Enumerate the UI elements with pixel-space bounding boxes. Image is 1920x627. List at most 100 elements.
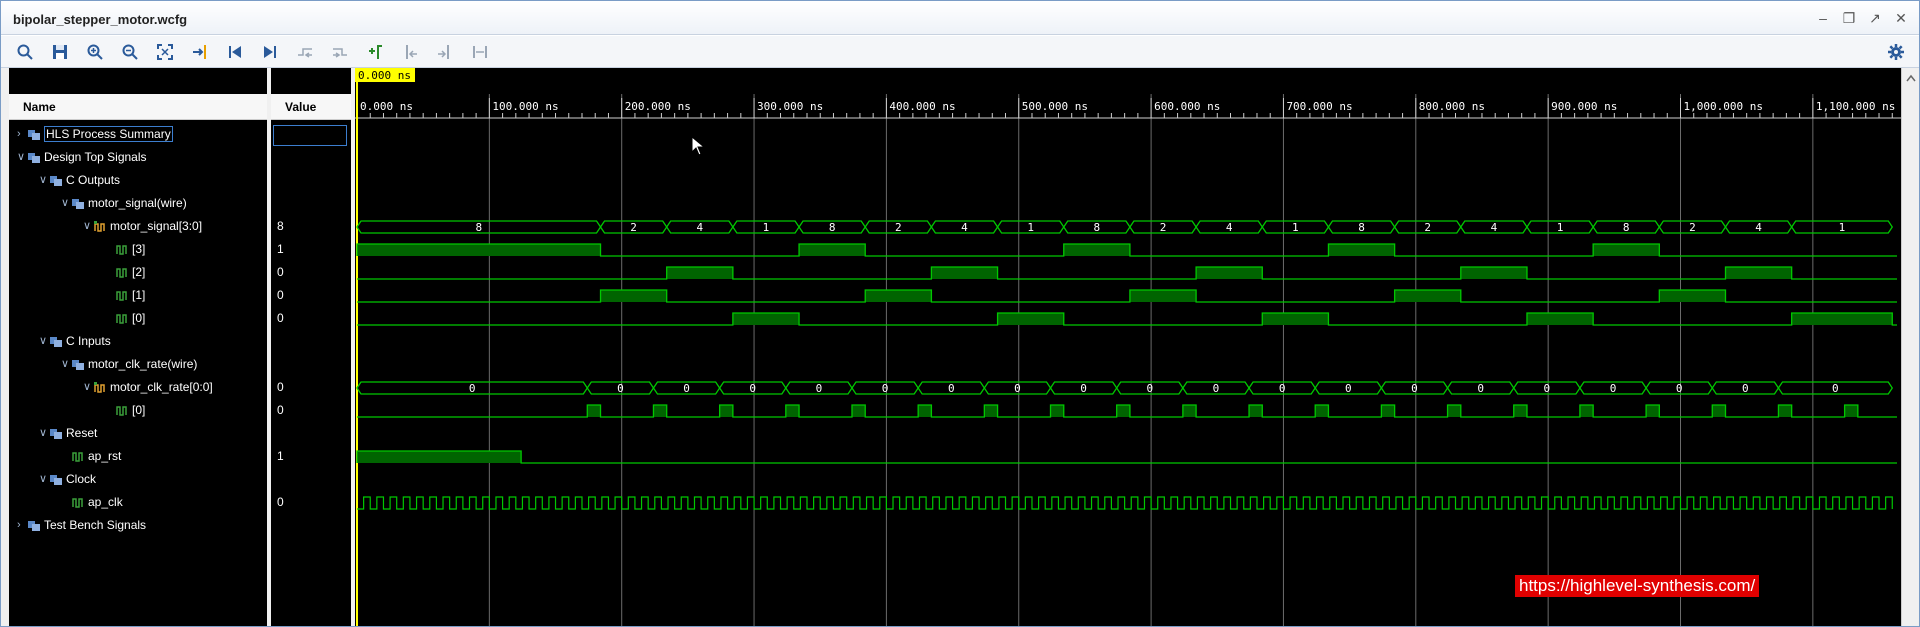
signal-value: 1 — [277, 242, 284, 256]
previous-transition-icon[interactable] — [293, 41, 317, 63]
search-icon[interactable] — [13, 41, 37, 63]
go-to-end-icon[interactable] — [258, 41, 282, 63]
value-cell-selected[interactable] — [273, 125, 347, 146]
collapse-chevron-icon[interactable]: ∨ — [39, 174, 49, 186]
name-column-header[interactable]: Name — [9, 94, 267, 120]
collapse-chevron-icon[interactable]: ∨ — [83, 381, 93, 393]
motor-clk-rate-bit0-high-fill — [1249, 405, 1263, 417]
collapse-chevron-icon[interactable]: ∨ — [39, 427, 49, 439]
motor-signal-bit1-high-fill — [1659, 290, 1726, 302]
tree-row[interactable]: ap_clk — [9, 492, 267, 515]
signal-value: 0 — [277, 265, 284, 279]
signal-name: [1] — [132, 288, 146, 302]
collapse-chevron-icon[interactable]: ∨ — [83, 220, 93, 232]
waveform-panel[interactable]: 0.000 ns 100.000 ns 200.000 ns 300.000 ns 40… — [355, 68, 1901, 627]
zoom-in-icon[interactable] — [83, 41, 107, 63]
signal-icon — [72, 497, 84, 509]
next-marker-icon[interactable] — [433, 41, 457, 63]
signal-icon — [116, 267, 128, 279]
ap-clk-trace — [357, 496, 1893, 510]
collapse-chevron-icon[interactable]: ∨ — [61, 358, 71, 370]
value-column-header[interactable]: Value — [271, 94, 351, 120]
motor-clk-rate-bit0-high-fill — [918, 405, 932, 417]
motor-signal-bus-value-label: 2 — [895, 221, 902, 234]
tree-row[interactable]: [2] — [9, 262, 267, 285]
motor-clk-rate-bus-value-label: 0 — [882, 382, 889, 395]
tree-row[interactable]: [3] — [9, 239, 267, 262]
restore-icon[interactable]: ❐ — [1841, 11, 1857, 27]
signal-name: motor_clk_rate[0:0] — [110, 380, 213, 394]
next-transition-icon[interactable] — [328, 41, 352, 63]
tree-row[interactable]: ∨ motor_signal(wire) — [9, 193, 267, 216]
tree-row[interactable]: › Test Bench Signals — [9, 515, 267, 538]
motor-clk-rate-bus-value-label: 0 — [1742, 382, 1749, 395]
tree-row[interactable]: [0] — [9, 308, 267, 331]
motor-clk-rate-bus-value-label: 0 — [683, 382, 690, 395]
motor-signal-bit1-high-fill — [865, 290, 932, 302]
tree-row[interactable]: ∨ Reset — [9, 423, 267, 446]
signal-name: [0] — [132, 311, 146, 325]
motor-clk-rate-bit0-high-fill — [984, 405, 998, 417]
tree-row[interactable]: ∨ Design Top Signals — [9, 147, 267, 170]
tree-row[interactable]: [0] — [9, 400, 267, 423]
signal-icon — [116, 244, 128, 256]
motor-clk-rate-bit0-high-fill — [1050, 405, 1064, 417]
vertical-scrollbar[interactable] — [1901, 68, 1919, 626]
add-marker-icon[interactable] — [363, 41, 387, 63]
collapse-chevron-icon[interactable]: ∨ — [39, 473, 49, 485]
signal-name: C Inputs — [66, 334, 111, 348]
motor-clk-rate-bit0-high-fill — [785, 405, 800, 417]
collapse-chevron-icon[interactable]: ∨ — [17, 151, 27, 163]
tree-row[interactable]: [1] — [9, 285, 267, 308]
motor-clk-rate-bus-value-label: 0 — [948, 382, 955, 395]
maximize-icon[interactable]: ↗ — [1867, 11, 1883, 27]
motor-signal-bus-value-label: 2 — [1424, 221, 1431, 234]
motor-signal-bit2-high-fill — [931, 267, 998, 279]
collapse-chevron-icon[interactable]: ∨ — [39, 335, 49, 347]
group-icon — [50, 336, 62, 348]
previous-marker-icon[interactable] — [398, 41, 422, 63]
motor-signal-bit1-high-fill — [600, 290, 667, 302]
gear-icon[interactable] — [1884, 41, 1908, 63]
collapse-chevron-icon[interactable]: ∨ — [61, 197, 71, 209]
motor-signal-bus-value-label: 2 — [1160, 221, 1167, 234]
motor-clk-rate-bit0-high-fill — [1513, 405, 1527, 417]
tree-row[interactable]: › HLS Process Summary — [9, 124, 267, 147]
minimize-icon[interactable]: – — [1815, 11, 1831, 27]
motor-clk-rate-bit0-high-fill — [1579, 405, 1594, 417]
signal-icon — [116, 405, 128, 417]
expand-chevron-icon[interactable]: › — [17, 128, 27, 140]
motor-signal-bus-value-label: 8 — [475, 221, 482, 234]
motor-clk-rate-bit0-high-fill — [851, 405, 866, 417]
zoom-fit-icon[interactable] — [153, 41, 177, 63]
tree-row[interactable]: ∨ C Inputs — [9, 331, 267, 354]
time-tick-label: 200.000 ns — [625, 100, 691, 113]
motor-signal-bit1-high-fill — [1394, 290, 1461, 302]
motor-clk-rate-bus-value-label: 0 — [1279, 382, 1286, 395]
close-icon[interactable]: ✕ — [1893, 11, 1909, 27]
tree-row[interactable]: ∨ Clock — [9, 469, 267, 492]
motor-clk-rate-bus-value-label: 0 — [617, 382, 624, 395]
tree-row[interactable]: ∨ motor_clk_rate(wire) — [9, 354, 267, 377]
tree-row[interactable]: ∨ motor_clk_rate[0:0] — [9, 377, 267, 400]
zoom-out-icon[interactable] — [118, 41, 142, 63]
go-to-cursor-icon[interactable] — [188, 41, 212, 63]
time-tick-label: 1,000.000 ns — [1684, 100, 1763, 113]
motor-signal-bus-value-label: 2 — [630, 221, 637, 234]
save-icon[interactable] — [48, 41, 72, 63]
expand-chevron-icon[interactable]: › — [17, 519, 27, 531]
tree-row[interactable]: ∨ motor_signal[3:0] — [9, 216, 267, 239]
time-tick-label: 1,100.000 ns — [1816, 100, 1895, 113]
motor-clk-rate-bus-value-label: 0 — [816, 382, 823, 395]
go-to-start-icon[interactable] — [223, 41, 247, 63]
swap-cursors-icon[interactable] — [468, 41, 492, 63]
signal-icon — [72, 451, 84, 463]
tree-row[interactable]: ∨ C Outputs — [9, 170, 267, 193]
tree-row[interactable]: ap_rst — [9, 446, 267, 469]
signal-name: motor_signal(wire) — [88, 196, 187, 210]
motor-clk-rate-bit0-high-fill — [1116, 405, 1130, 417]
motor-signal-bit3-high-fill — [1593, 244, 1660, 256]
mouse-pointer-icon — [691, 136, 705, 156]
waveform-canvas[interactable]: 0.000 ns 100.000 ns 200.000 ns 300.000 ns 40… — [355, 68, 1901, 627]
motor-clk-rate-bus-value-label: 0 — [1345, 382, 1352, 395]
